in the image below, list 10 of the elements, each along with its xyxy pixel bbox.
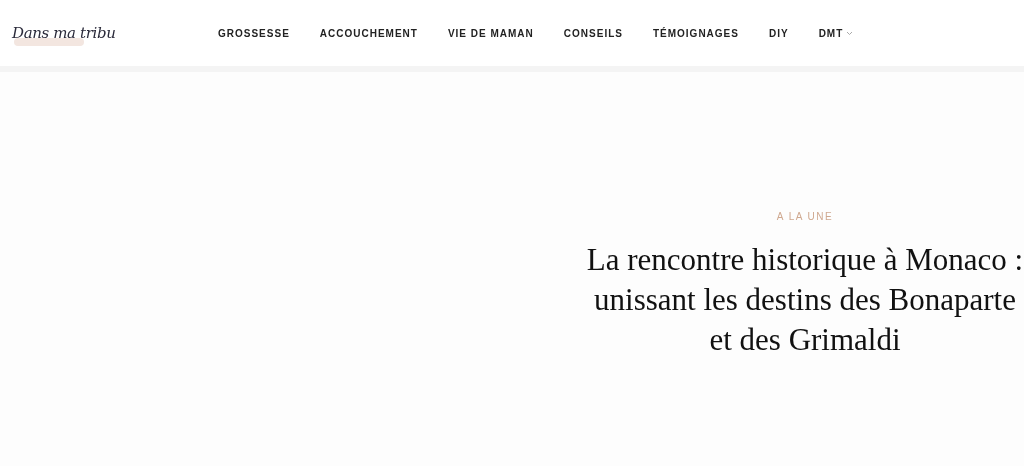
nav-link[interactable]: VIE DE MAMAN [447, 25, 534, 41]
logo[interactable]: Dans ma tribu [12, 21, 116, 45]
nav-link[interactable]: ACCOUCHEMENT [319, 25, 418, 41]
nav-link[interactable]: GROSSESSE [218, 25, 290, 41]
article-title[interactable]: La rencontre historique à Monaco : unissant les destins des Bonaparte et des Grimaldi [585, 240, 1024, 360]
caret-icon [846, 30, 854, 36]
nav-link[interactable]: DMT [818, 25, 854, 41]
nav-link[interactable]: TÉMOIGNAGES [652, 25, 739, 41]
nav-link[interactable]: DIY [768, 25, 789, 41]
nav-link[interactable]: CONSEILS [563, 25, 623, 41]
